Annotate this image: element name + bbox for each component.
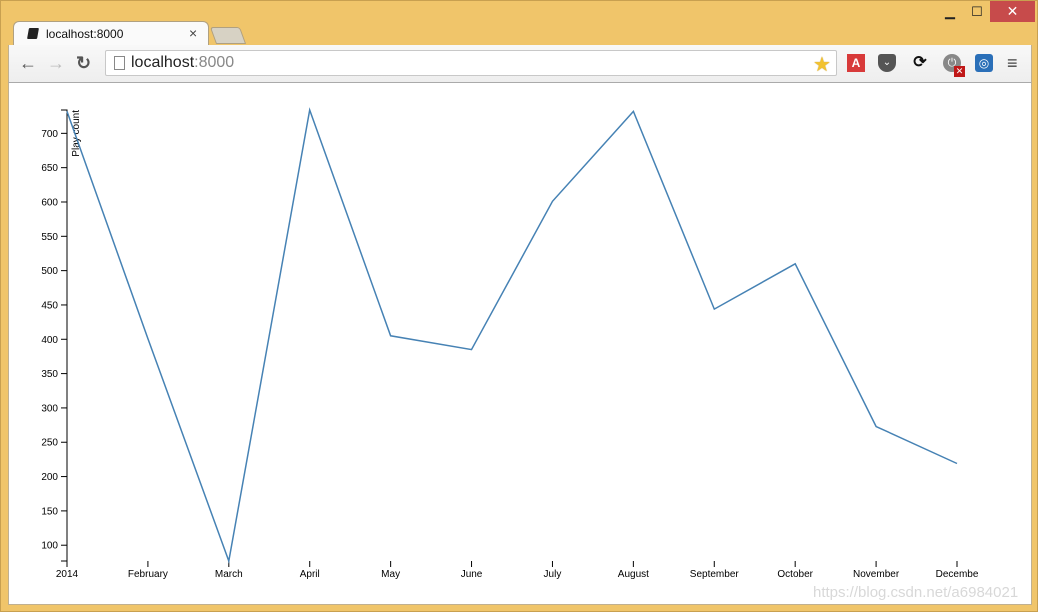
url-text: localhost:8000 xyxy=(131,54,234,72)
pocket-extension-icon[interactable]: ⌄ xyxy=(878,54,896,72)
page-icon xyxy=(114,56,125,70)
x-axis: 2014 February March April May June July August S… xyxy=(56,561,979,580)
y-axis-line xyxy=(61,109,68,562)
y-tick-label: 450 xyxy=(41,300,58,311)
y-tick-label: 300 xyxy=(41,403,58,414)
maximize-button[interactable]: ☐ xyxy=(964,1,990,22)
x-tick-label: November xyxy=(853,569,900,580)
sync-extension-icon[interactable]: ⟳ xyxy=(911,54,929,72)
x-tick-label: August xyxy=(618,569,649,580)
x-tick-label: April xyxy=(300,569,320,580)
y-tick-label: 650 xyxy=(41,163,58,174)
url-host: localhost xyxy=(131,54,195,71)
new-tab-button[interactable] xyxy=(209,27,247,44)
x-tick-label: June xyxy=(461,569,483,580)
browser-window: ▁ ☐ ✕ localhost:8000 × ← → ↻ localhost:8… xyxy=(0,0,1038,612)
tab-localhost[interactable]: localhost:8000 × xyxy=(13,21,209,46)
y-tick-label: 700 xyxy=(41,129,58,140)
y-tick-label: 600 xyxy=(41,197,58,208)
series-line xyxy=(66,107,958,564)
y-tick-label: 550 xyxy=(41,232,58,243)
y-tick-label: 200 xyxy=(41,472,58,483)
book-icon xyxy=(27,28,39,39)
y-tick-label: 250 xyxy=(41,438,58,449)
bookmark-star-icon[interactable]: ★ xyxy=(813,52,831,77)
blue-extension-icon[interactable]: ◎ xyxy=(975,54,993,72)
y-tick-label: 100 xyxy=(41,541,58,552)
minimize-button[interactable]: ▁ xyxy=(936,1,964,22)
browser-toolbar: ← → ↻ localhost:8000 ★ A ⌄ ⟳ ⏻ ✕ ◎ ≡ xyxy=(8,45,1032,82)
line-chart: 100150200250300350400450500550600650700 … xyxy=(41,107,979,580)
back-arrow-icon[interactable]: ← xyxy=(19,53,37,73)
close-window-button[interactable]: ✕ xyxy=(990,1,1035,22)
y-tick-label: 150 xyxy=(41,506,58,517)
url-port: :8000 xyxy=(194,54,235,71)
acrobat-extension-icon[interactable]: A xyxy=(847,54,865,72)
tab-title: localhost:8000 xyxy=(46,27,124,41)
y-tick-label: 350 xyxy=(41,369,58,380)
y-axis: 100 150 200 250 300 350 400 450 500 550 600 650 700 xyxy=(41,109,68,562)
page-content: 100 150 200 250 300 350 400 450 500 550 600 650 700 … xyxy=(8,82,1032,605)
address-bar[interactable]: localhost:8000 ★ xyxy=(105,50,837,76)
x-tick-label: March xyxy=(215,569,243,580)
series-group xyxy=(66,107,958,564)
error-badge-icon: ✕ xyxy=(954,66,965,77)
watermark: https://blog.csdn.net/a6984021 xyxy=(813,584,1019,601)
reload-icon[interactable]: ↻ xyxy=(76,53,91,73)
x-tick-label: February xyxy=(128,569,168,580)
x-tick-label: May xyxy=(381,569,400,580)
x-tick-label: Decembe xyxy=(936,569,979,580)
menu-icon[interactable]: ≡ xyxy=(1007,53,1018,74)
y-tick-label: 400 xyxy=(41,335,58,346)
x-tick-label: 2014 xyxy=(56,569,79,580)
x-tick-label: July xyxy=(544,569,562,580)
tab-close-icon[interactable]: × xyxy=(189,25,197,41)
x-tick-label: October xyxy=(777,569,813,580)
x-tick-label: September xyxy=(690,569,740,580)
forward-arrow-icon[interactable]: → xyxy=(47,53,65,73)
y-tick-label: 500 xyxy=(41,266,58,277)
